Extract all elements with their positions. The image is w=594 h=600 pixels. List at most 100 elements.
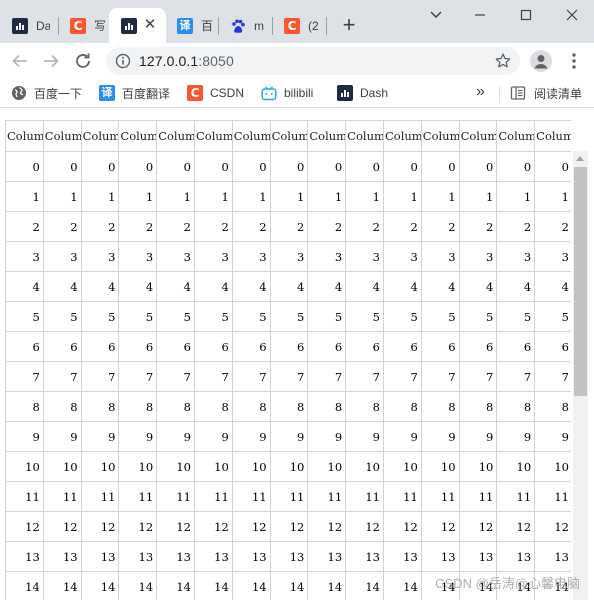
- table-cell[interactable]: 7: [5, 361, 44, 392]
- table-cell[interactable]: 5: [231, 301, 271, 332]
- profile-avatar[interactable]: [530, 50, 552, 72]
- column-header[interactable]: Colum: [156, 120, 195, 151]
- table-cell[interactable]: 10: [80, 451, 120, 482]
- table-cell[interactable]: 3: [5, 241, 44, 272]
- table-cell[interactable]: 8: [269, 391, 309, 422]
- table-cell[interactable]: 11: [156, 481, 195, 512]
- table-cell[interactable]: 10: [42, 451, 82, 482]
- table-cell[interactable]: 11: [80, 481, 120, 512]
- table-cell[interactable]: 11: [42, 481, 82, 512]
- column-header[interactable]: Colum: [118, 120, 158, 151]
- table-cell[interactable]: 5: [382, 301, 422, 332]
- table-cell[interactable]: 6: [534, 331, 571, 362]
- table-cell[interactable]: 12: [193, 511, 233, 542]
- table-cell[interactable]: 1: [118, 181, 158, 212]
- table-cell[interactable]: 6: [382, 331, 422, 362]
- tab-csdn-write[interactable]: C 写: [58, 8, 108, 43]
- table-cell[interactable]: 10: [420, 451, 460, 482]
- table-cell[interactable]: 0: [80, 151, 120, 182]
- table-cell[interactable]: 6: [345, 331, 384, 362]
- table-cell[interactable]: 3: [269, 241, 309, 272]
- bookmarks-more-chevron-icon[interactable]: »: [476, 83, 485, 101]
- table-cell[interactable]: 8: [5, 391, 44, 422]
- table-cell[interactable]: 2: [534, 211, 571, 242]
- table-cell[interactable]: 7: [42, 361, 82, 392]
- table-cell[interactable]: 5: [269, 301, 309, 332]
- table-cell[interactable]: 1: [231, 181, 271, 212]
- table-cell[interactable]: 2: [269, 211, 309, 242]
- table-cell[interactable]: 8: [231, 391, 271, 422]
- table-cell[interactable]: 4: [458, 271, 498, 302]
- table-cell[interactable]: 4: [193, 271, 233, 302]
- column-header[interactable]: Colum: [5, 120, 44, 151]
- table-cell[interactable]: 5: [307, 301, 347, 332]
- table-cell[interactable]: 13: [382, 541, 422, 572]
- table-cell[interactable]: 0: [420, 151, 460, 182]
- reading-list-button[interactable]: 阅读清单: [510, 85, 582, 101]
- tab-search-chevron-icon[interactable]: [424, 6, 448, 24]
- table-cell[interactable]: 9: [193, 421, 233, 452]
- table-cell[interactable]: 5: [80, 301, 120, 332]
- table-cell[interactable]: 5: [118, 301, 158, 332]
- table-cell[interactable]: 13: [269, 541, 309, 572]
- table-cell[interactable]: 5: [534, 301, 571, 332]
- column-header[interactable]: Colum: [382, 120, 422, 151]
- table-cell[interactable]: 6: [458, 331, 498, 362]
- table-cell[interactable]: 7: [496, 361, 536, 392]
- table-cell[interactable]: 3: [193, 241, 233, 272]
- bookmark-baidu-translate[interactable]: 译 百度翻译: [99, 85, 170, 101]
- table-cell[interactable]: 2: [307, 211, 347, 242]
- table-cell[interactable]: 0: [231, 151, 271, 182]
- table-cell[interactable]: 10: [269, 451, 309, 482]
- more-menu-icon[interactable]: [566, 51, 582, 71]
- table-cell[interactable]: 8: [193, 391, 233, 422]
- table-cell[interactable]: 8: [307, 391, 347, 422]
- table-cell[interactable]: 9: [269, 421, 309, 452]
- table-cell[interactable]: 11: [193, 481, 233, 512]
- table-cell[interactable]: 4: [307, 271, 347, 302]
- table-cell[interactable]: 11: [345, 481, 384, 512]
- maximize-icon[interactable]: [514, 6, 538, 24]
- table-cell[interactable]: 1: [80, 181, 120, 212]
- table-cell[interactable]: 6: [156, 331, 195, 362]
- new-tab-button[interactable]: +: [337, 14, 361, 38]
- table-cell[interactable]: 12: [42, 511, 82, 542]
- table-cell[interactable]: 3: [420, 241, 460, 272]
- table-cell[interactable]: 1: [496, 181, 536, 212]
- table-cell[interactable]: 1: [5, 181, 44, 212]
- forward-arrow-icon[interactable]: [40, 50, 62, 72]
- table-cell[interactable]: 1: [193, 181, 233, 212]
- table-cell[interactable]: 4: [42, 271, 82, 302]
- tab-dash-1[interactable]: Da: [0, 8, 50, 43]
- table-cell[interactable]: 9: [496, 421, 536, 452]
- tab-dash-active[interactable]: ✕: [109, 8, 166, 43]
- table-cell[interactable]: 6: [231, 331, 271, 362]
- table-cell[interactable]: 4: [80, 271, 120, 302]
- table-cell[interactable]: 2: [42, 211, 82, 242]
- table-cell[interactable]: 12: [382, 511, 422, 542]
- table-cell[interactable]: 13: [5, 541, 44, 572]
- table-cell[interactable]: 2: [382, 211, 422, 242]
- table-cell[interactable]: 0: [118, 151, 158, 182]
- table-cell[interactable]: 7: [231, 361, 271, 392]
- table-cell[interactable]: 4: [420, 271, 460, 302]
- tab-baidu-translate[interactable]: 译 百: [165, 8, 215, 43]
- table-cell[interactable]: 10: [193, 451, 233, 482]
- close-window-icon[interactable]: [560, 6, 584, 24]
- table-cell[interactable]: 3: [382, 241, 422, 272]
- table-cell[interactable]: 11: [420, 481, 460, 512]
- table-cell[interactable]: 12: [458, 511, 498, 542]
- table-cell[interactable]: 2: [193, 211, 233, 242]
- table-cell[interactable]: 7: [458, 361, 498, 392]
- table-cell[interactable]: 4: [382, 271, 422, 302]
- table-cell[interactable]: 14: [307, 571, 347, 600]
- table-cell[interactable]: 9: [118, 421, 158, 452]
- table-cell[interactable]: 6: [496, 331, 536, 362]
- table-cell[interactable]: 10: [382, 451, 422, 482]
- table-cell[interactable]: 9: [156, 421, 195, 452]
- table-cell[interactable]: 11: [231, 481, 271, 512]
- table-cell[interactable]: 12: [345, 511, 384, 542]
- table-cell[interactable]: 11: [496, 481, 536, 512]
- column-header[interactable]: Colum: [269, 120, 309, 151]
- table-cell[interactable]: 4: [269, 271, 309, 302]
